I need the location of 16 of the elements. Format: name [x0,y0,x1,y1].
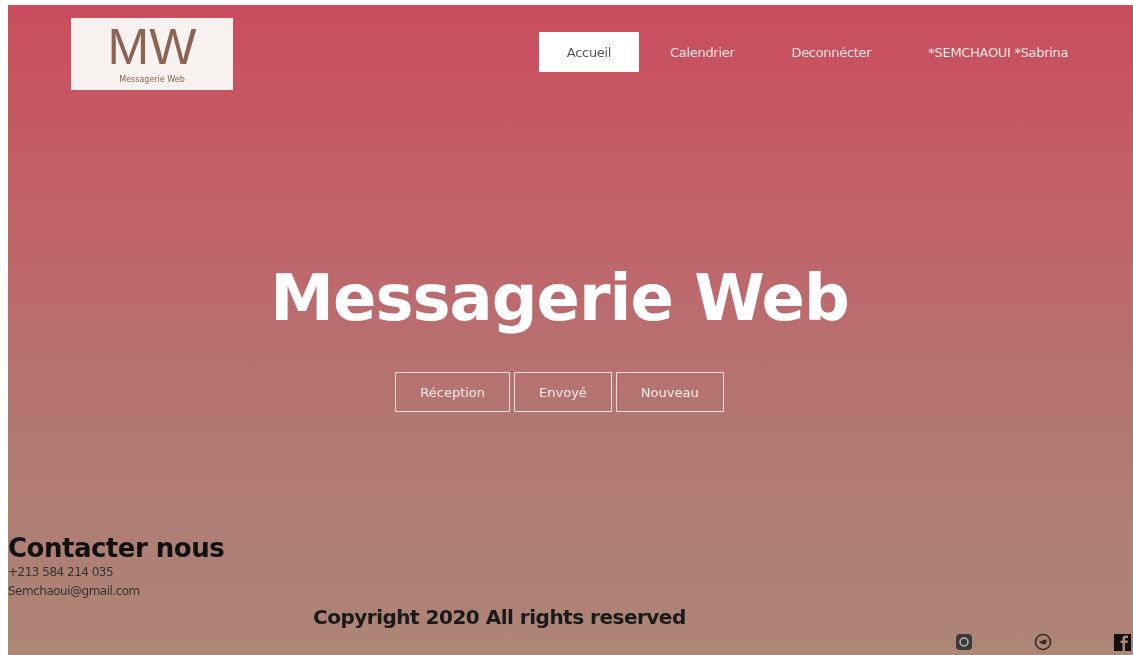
mailbox-button[interactable]: Réception [395,372,511,412]
twitter-icon[interactable] [1034,633,1053,652]
contact-heading: Contacter nous [8,533,226,563]
nav-link[interactable]: *SEMCHAOUI *Sabrina [902,32,1095,72]
logo[interactable]: MW Messagerie Web [71,18,233,90]
mailbox-button[interactable]: Envoyé [514,372,612,412]
mailbox-button[interactable]: Nouveau [615,372,724,412]
email-address: Semchaoui@gmail.com [8,583,141,600]
nav-link[interactable]: Accueil [539,32,639,72]
phone-number: +213 584 214 035 [8,564,115,581]
facebook-icon[interactable] [1113,633,1132,652]
nav-link[interactable]: Deconnécter [765,32,898,72]
hero-title: Messagerie Web [270,260,849,337]
instagram-icon[interactable] [955,633,974,652]
copyright-text: Copyright 2020 All rights reserved [313,605,686,629]
nav-link[interactable]: Calendrier [644,32,761,72]
